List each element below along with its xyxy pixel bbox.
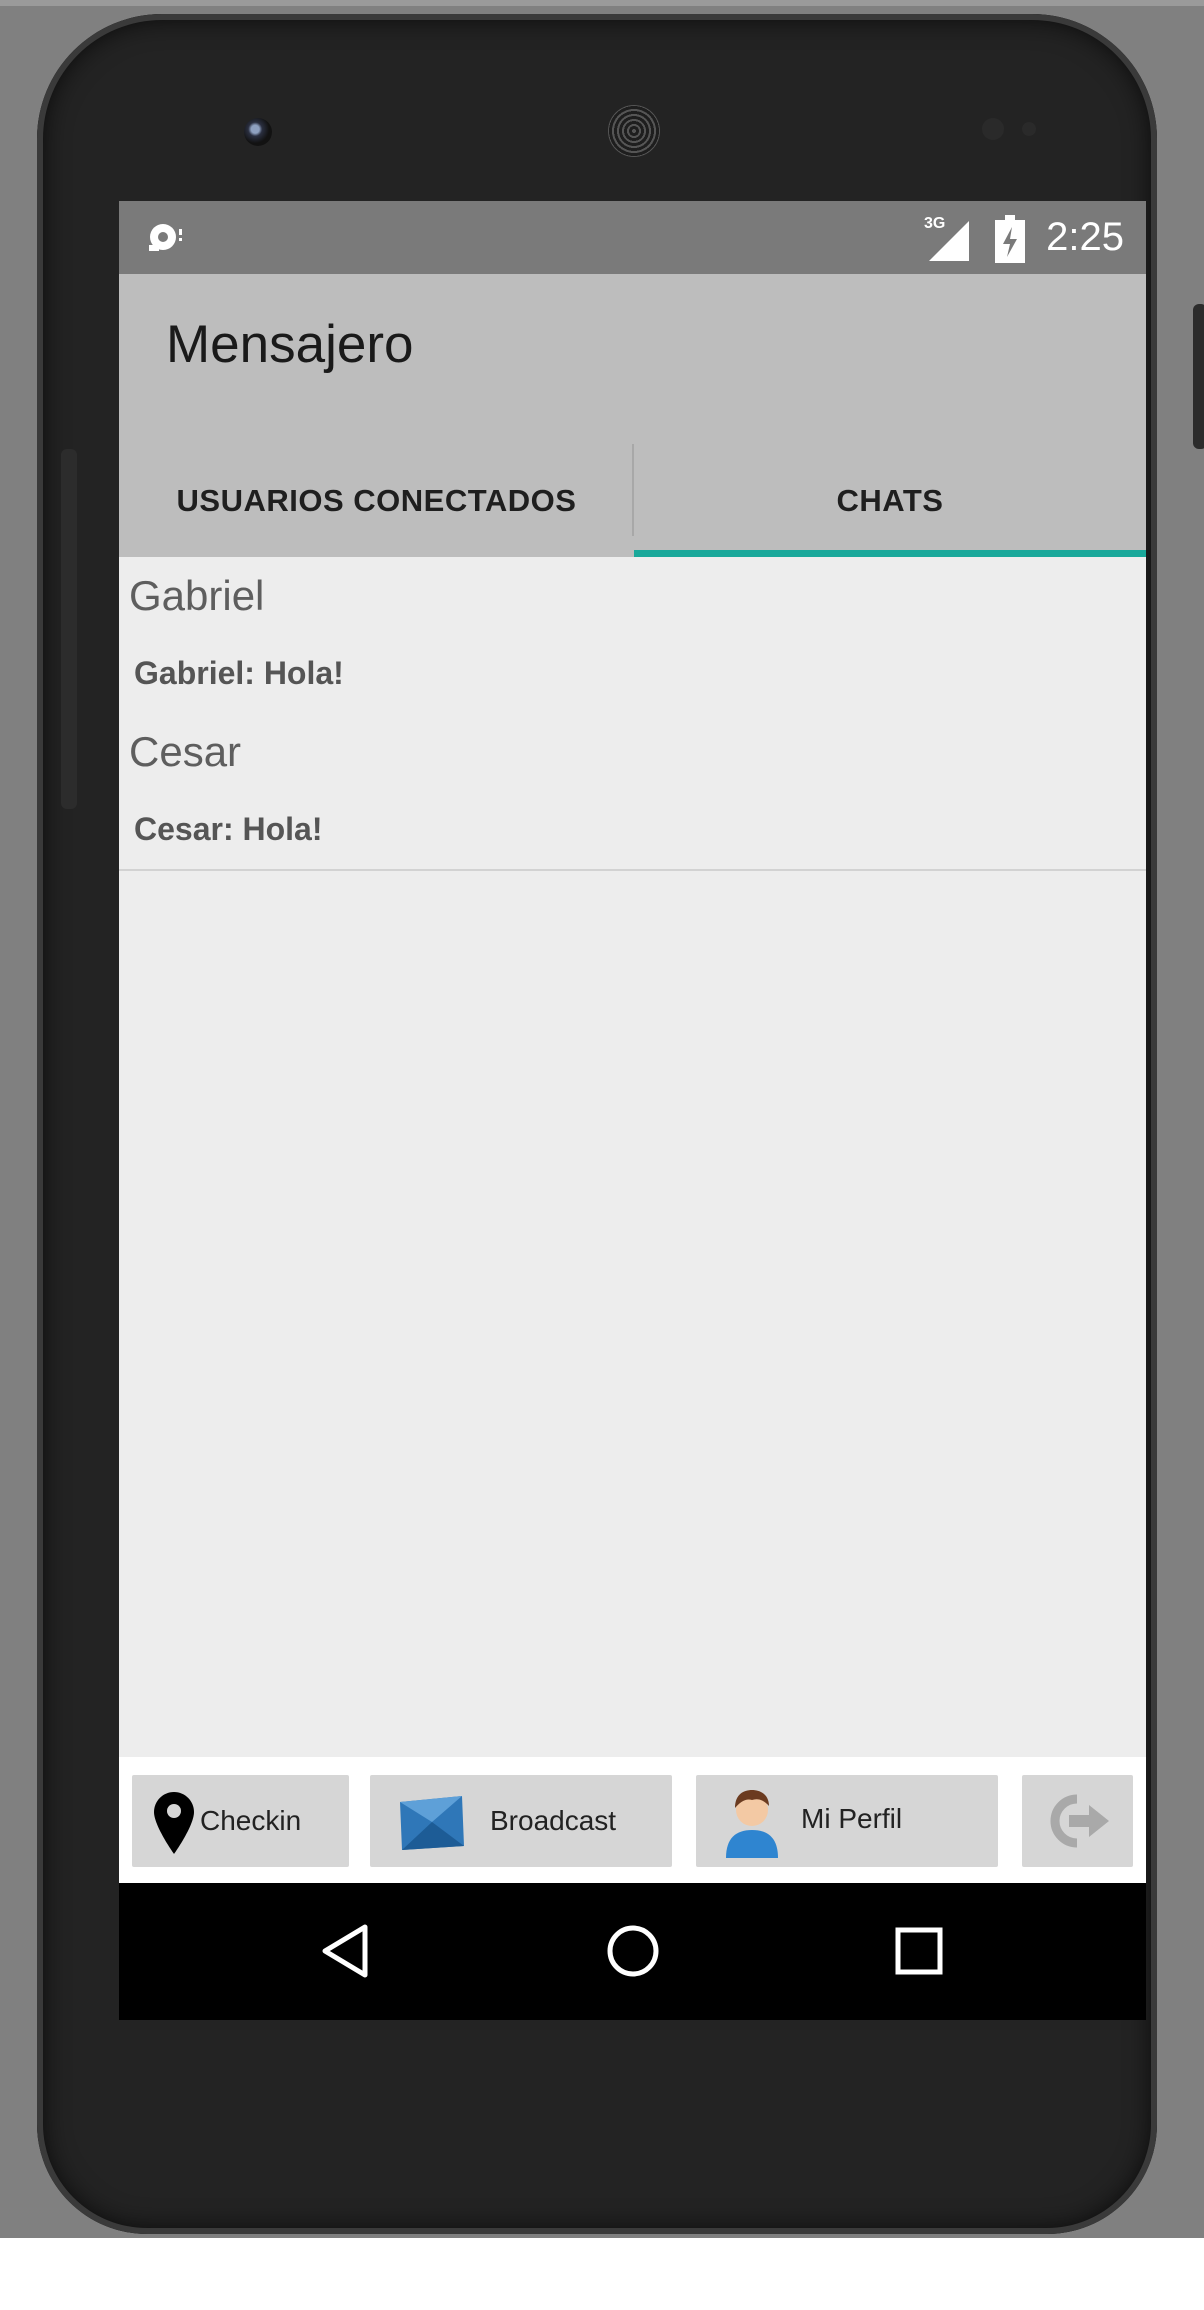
volume-button [61,449,77,809]
list-divider [119,869,1146,871]
status-time: 2:25 [1046,215,1124,259]
tab-bar: USUARIOS CONECTADOS CHATS [119,444,1146,557]
signal-icon [929,221,969,261]
profile-label: Mi Perfil [801,1803,903,1834]
front-camera [244,118,272,146]
chat-list-item[interactable]: Gabriel Gabriel: Hola! [119,557,1146,713]
chat-last-message: Gabriel: Hola! [134,655,344,691]
chat-contact-name: Gabriel [129,572,265,619]
broadcast-button[interactable]: Broadcast [370,1775,672,1867]
checkin-label: Checkin [200,1805,302,1836]
battery-charging-icon [995,215,1025,263]
action-bar: Checkin Broadcast Mi Perfil [119,1757,1146,1883]
user-avatar-icon [726,1790,778,1858]
logout-arrow-icon [1050,1794,1109,1848]
checkin-button[interactable]: Checkin [132,1775,349,1867]
chat-contact-name: Cesar [129,728,242,775]
logout-button[interactable] [1022,1775,1133,1867]
light-sensor [1022,122,1036,136]
app-bar: Mensajero [119,274,1146,444]
top-strip [0,0,1204,6]
phone-frame: 3G 2:25 Mensajero USUARIOS CONECTADOS CH… [37,14,1204,2234]
screen: 3G 2:25 Mensajero USUARIOS CONECTADOS CH… [119,201,1146,2020]
power-button [1193,304,1204,449]
chat-last-message: Cesar: Hola! [134,811,323,847]
tab-selected-indicator [634,550,1146,557]
app-title: Mensajero [166,315,414,374]
notification-icon [149,224,182,251]
recents-square-icon[interactable] [889,1921,949,1981]
bottom-background [0,2238,1204,2310]
envelope-icon [400,1796,464,1850]
system-navigation-bar [119,1883,1146,2020]
tab-usuarios-conectados[interactable]: USUARIOS CONECTADOS [119,444,634,557]
profile-button[interactable]: Mi Perfil [696,1775,998,1867]
earpiece-speaker [608,105,660,157]
tab-label: USUARIOS CONECTADOS [176,482,577,518]
tab-label: CHATS [836,482,944,518]
status-bar: 3G 2:25 [119,201,1146,274]
map-pin-icon [154,1792,194,1854]
chat-list: Gabriel Gabriel: Hola! Cesar Cesar: Hola… [119,557,1146,871]
chat-list-item[interactable]: Cesar Cesar: Hola! [119,713,1146,869]
proximity-sensor [982,118,1004,140]
back-triangle-icon[interactable] [317,1921,377,1981]
home-circle-icon[interactable] [603,1921,663,1981]
tab-chats[interactable]: CHATS [634,444,1146,557]
broadcast-label: Broadcast [490,1805,617,1836]
